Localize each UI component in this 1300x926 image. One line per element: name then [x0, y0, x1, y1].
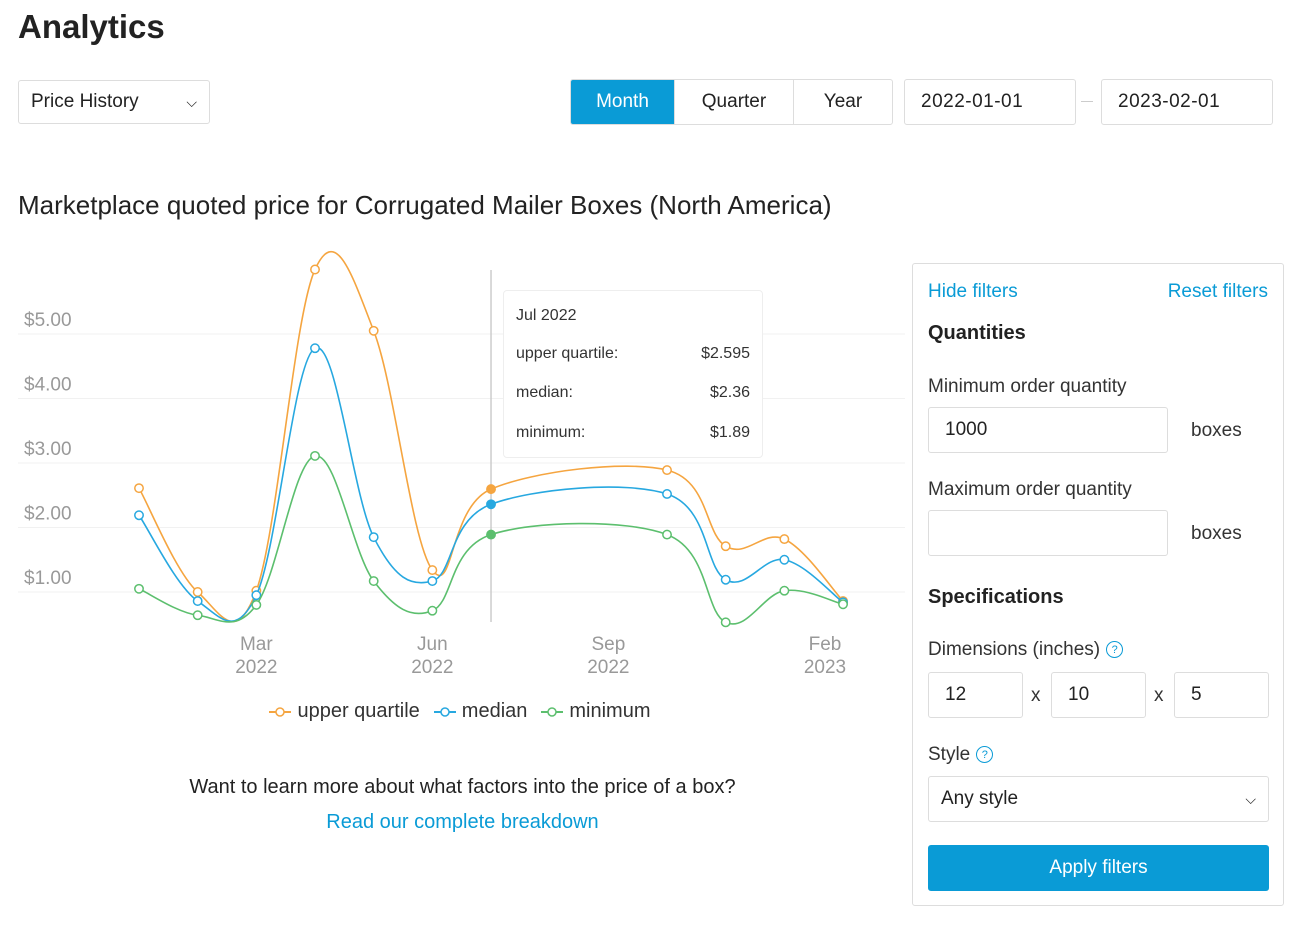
y-tick-label: $3.00 [24, 439, 72, 460]
data-point [662, 489, 672, 499]
chevron-down-icon: ⌵ [1245, 790, 1256, 807]
length-input[interactable]: 12 [928, 672, 1023, 718]
reset-filters-link[interactable]: Reset filters [1168, 281, 1268, 303]
data-point [720, 541, 731, 552]
data-point [134, 510, 144, 521]
style-select[interactable]: Any style ⌵ [928, 776, 1269, 822]
data-point [134, 583, 144, 594]
dimension-separator: x [1031, 685, 1041, 706]
max-unit-label: boxes [1191, 523, 1242, 544]
price-chart[interactable]: $1.00$2.00$3.00$4.00$5.00Mar2022Jun2022S… [0, 240, 910, 700]
data-point [662, 465, 672, 476]
style-label: Style [928, 744, 971, 765]
data-point [427, 565, 438, 576]
end-date-input[interactable]: 2023-02-01 [1101, 79, 1273, 125]
chevron-down-icon: ⌵ [186, 93, 197, 110]
data-point [486, 499, 496, 510]
dimension-separator: x [1154, 685, 1164, 706]
data-point [368, 576, 379, 586]
chart-legend: upper quartile median minimum [0, 700, 920, 723]
dimensions-label: Dimensions (inches) [928, 639, 1101, 660]
min-quantity-label: Minimum order quantity [928, 376, 1127, 397]
data-point [720, 574, 731, 585]
x-tick-label: 2022 [587, 657, 629, 678]
data-point [251, 599, 262, 610]
x-tick-label: 2023 [804, 657, 846, 678]
data-point [486, 484, 496, 495]
start-date-input[interactable]: 2022-01-01 [904, 79, 1076, 125]
data-point [779, 554, 790, 565]
legend-marker-icon [541, 706, 564, 717]
report-select-value: Price History [31, 91, 139, 112]
data-point [368, 325, 379, 336]
min-quantity-input[interactable]: 1000 [928, 407, 1168, 453]
data-point [427, 576, 438, 586]
y-tick-label: $5.00 [24, 310, 72, 331]
data-point [310, 343, 320, 354]
data-point [134, 483, 144, 494]
breakdown-link[interactable]: Read our complete breakdown [0, 811, 925, 834]
data-point [838, 599, 848, 610]
data-point [192, 587, 203, 597]
specifications-heading: Specifications [928, 586, 1064, 608]
legend-upper-quartile[interactable]: upper quartile [269, 700, 420, 723]
report-select[interactable]: Price History ⌵ [18, 80, 210, 124]
data-point [310, 450, 320, 461]
width-input[interactable]: 10 [1051, 672, 1146, 718]
data-point [310, 264, 320, 275]
tab-month[interactable]: Month [571, 80, 674, 124]
data-point [427, 605, 438, 616]
data-point [192, 610, 203, 621]
help-icon[interactable]: ? [976, 746, 994, 764]
data-point [779, 585, 790, 596]
data-point [251, 590, 262, 601]
tooltip-title: Jul 2022 [516, 307, 577, 324]
y-tick-label: $2.00 [24, 504, 72, 525]
date-range-separator [1081, 101, 1093, 102]
tooltip-row: minimum: $1.89 [516, 424, 750, 441]
legend-median[interactable]: median [433, 700, 527, 723]
filters-panel: Hide filters Reset filters Quantities Mi… [912, 263, 1284, 906]
hide-filters-link[interactable]: Hide filters [928, 281, 1018, 303]
x-tick-label: Mar [240, 634, 273, 655]
legend-marker-icon [433, 706, 456, 717]
page-title: Analytics [18, 8, 165, 45]
cta-text: Want to learn more about what factors in… [189, 776, 736, 798]
data-point [720, 617, 731, 628]
y-tick-label: $1.00 [24, 568, 72, 589]
help-icon[interactable]: ? [1106, 641, 1124, 659]
data-point [368, 532, 379, 543]
x-tick-label: Jun [417, 634, 448, 655]
tooltip-row: median: $2.36 [516, 384, 750, 401]
min-unit-label: boxes [1191, 420, 1242, 441]
x-tick-label: Feb [809, 634, 842, 655]
data-point [486, 529, 496, 540]
x-tick-label: 2022 [235, 657, 277, 678]
apply-filters-button[interactable]: Apply filters [928, 845, 1269, 891]
legend-marker-icon [269, 706, 292, 717]
x-tick-label: 2022 [411, 657, 453, 678]
data-point [662, 529, 672, 540]
x-tick-label: Sep [591, 634, 625, 655]
tooltip-row: upper quartile: $2.595 [516, 345, 750, 362]
chart-title: Marketplace quoted price for Corrugated … [18, 190, 832, 220]
chart-tooltip: Jul 2022 upper quartile: $2.595 median: $2… [503, 290, 763, 458]
quantities-heading: Quantities [928, 322, 1026, 344]
data-point [779, 534, 790, 545]
max-quantity-input[interactable] [928, 510, 1168, 556]
y-tick-label: $4.00 [24, 375, 72, 396]
period-tabs: Month Quarter Year [570, 79, 893, 125]
height-input[interactable]: 5 [1174, 672, 1269, 718]
tab-year[interactable]: Year [793, 80, 892, 124]
legend-minimum[interactable]: minimum [541, 700, 651, 723]
tab-quarter[interactable]: Quarter [674, 80, 793, 124]
data-point [192, 596, 203, 606]
max-quantity-label: Maximum order quantity [928, 479, 1132, 500]
